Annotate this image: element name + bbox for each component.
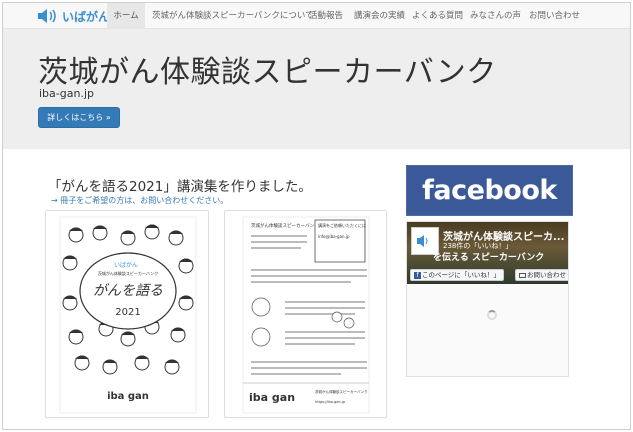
facebook-cover-text: を伝える スピーカーバンク (433, 253, 545, 263)
booklet-cover-thumbnail[interactable]: いばがん 茨城がん体験談スピーカーバンク がんを語る 2021 iba gan (45, 210, 209, 418)
booklet-cover-image: いばがん 茨城がん体験談スピーカーバンク がんを語る 2021 iba gan (59, 216, 197, 414)
loading-spinner-icon (487, 310, 497, 320)
booklet-back-image: 茨城がん体験談スピーカーバンク 講演をご依頼いただくには info@iba-ga… (242, 216, 370, 414)
speaker-icon (38, 9, 56, 23)
facebook-f-icon: f (414, 272, 421, 279)
back-org: 茨城がん体験談スピーカーバンク (315, 389, 368, 394)
brand-text: いばがん (62, 9, 111, 24)
nav-activity-report[interactable]: 活動報告 (309, 3, 343, 29)
back-site: https://iba-gan.jp (315, 400, 346, 404)
booklet-org: 茨城がん体験談スピーカーバンク (98, 270, 158, 276)
site-domain: iba-gan.jp (39, 87, 94, 100)
booklet-brand: いばがん (114, 261, 138, 269)
navbar: いばがん ホーム 茨城がん体験談スピーカーバンクについて 活動報告 講演会の実績… (3, 3, 630, 29)
nav-about[interactable]: 茨城がん体験談スピーカーバンクについて (152, 3, 314, 29)
booklet-back-thumbnail[interactable]: 茨城がん体験談スピーカーバンク 講演をご依頼いただくには info@iba-ga… (224, 210, 387, 418)
facebook-cover: 茨城がん体験談スピーカ... 238件の「いいね！」 を伝える スピーカーバンク… (407, 222, 568, 284)
booklet-title: がんを語る (93, 283, 163, 299)
nav-faq[interactable]: よくある質問 (412, 3, 463, 29)
nav-home[interactable]: ホーム (107, 3, 145, 29)
facebook-page-widget: 茨城がん体験談スピーカ... 238件の「いいね！」 を伝える スピーカーバンク… (406, 221, 569, 377)
headline: 「がんを語る2021」講演集を作りました。 (48, 179, 312, 195)
order-link[interactable]: → 冊子をご希望の方は、お問い合わせください。 (51, 195, 228, 206)
browser-frame: いばがん ホーム 茨城がん体験談スピーカーバンクについて 活動報告 講演会の実績… (2, 2, 631, 430)
back-logo: iba gan (249, 391, 295, 404)
brand-logo[interactable]: いばがん (37, 7, 110, 25)
nav-lecture-record[interactable]: 講演会の実績 (354, 3, 405, 29)
like-button-label: このページに「いいね！」 (422, 271, 500, 279)
back-box-title: 講演をご依頼いただくには (318, 222, 366, 228)
facebook-banner[interactable]: facebook (406, 165, 573, 216)
facebook-contact-button[interactable]: お問い合わせ (515, 269, 568, 281)
facebook-like-button[interactable]: f このページに「いいね！」 (410, 269, 504, 281)
main-content: 「がんを語る2021」講演集を作りました。 → 冊子をご希望の方は、お問い合わせ… (3, 149, 630, 429)
site-title: 茨城がん体験談スピーカーバンク (38, 55, 497, 90)
jumbotron: 茨城がん体験談スピーカーバンク iba-gan.jp 詳しくはこちら » (3, 29, 630, 149)
booklet-logo: iba gan (107, 391, 149, 402)
details-button[interactable]: 詳しくはこちら » (38, 107, 120, 128)
mail-icon (519, 272, 526, 278)
contact-button-label: お問い合わせ (527, 271, 566, 279)
nav-voices[interactable]: みなさんの声 (470, 3, 521, 29)
back-header: 茨城がん体験談スピーカーバンク (251, 222, 319, 229)
back-email: info@iba-gan.jp (318, 234, 350, 239)
nav-contact[interactable]: お問い合わせ (529, 3, 580, 29)
booklet-year: 2021 (115, 307, 140, 318)
